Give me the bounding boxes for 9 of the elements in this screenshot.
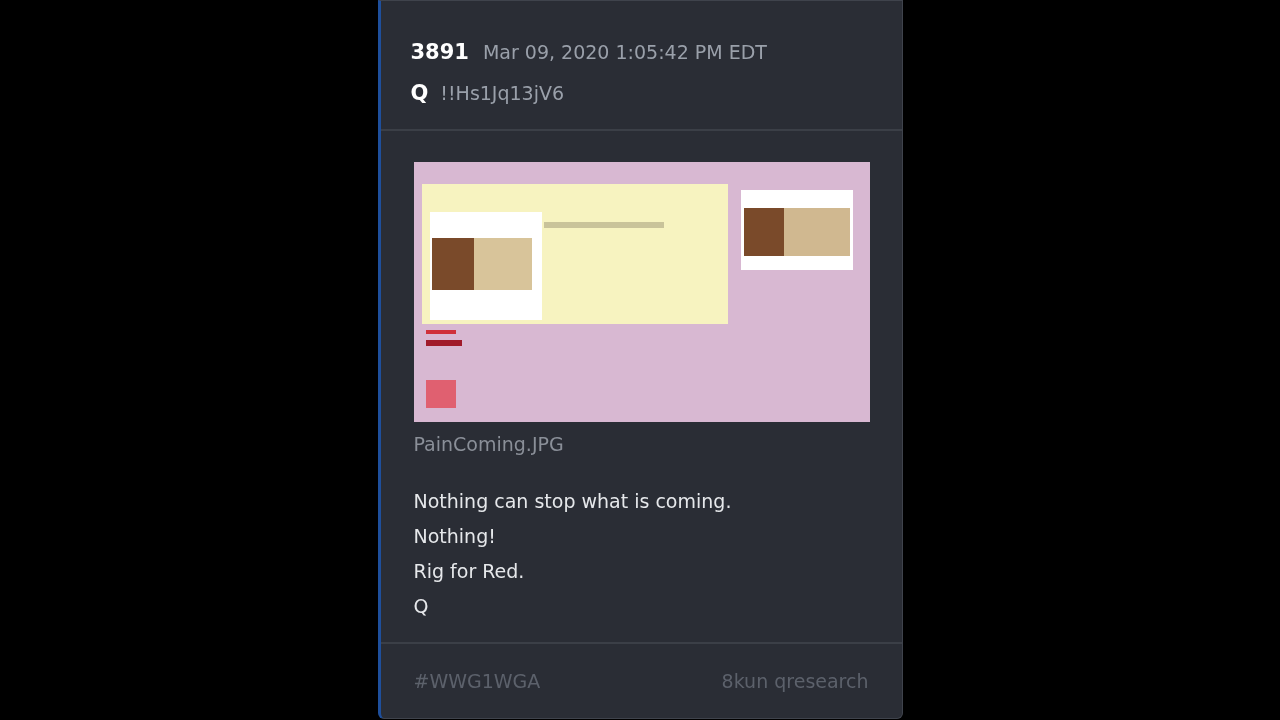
post-timestamp: Mar 09, 2020 1:05:42 PM EDT (482, 40, 767, 65)
author-name: Q (410, 79, 429, 107)
tripcode: !!Hs1Jq13jV6 (440, 80, 565, 106)
attachment-filename[interactable]: PainComing.JPG (413, 430, 902, 459)
message-line: Q (413, 593, 430, 619)
message-line: Rig for Red. (413, 558, 526, 584)
message-line: Nothing! (413, 523, 497, 549)
post-number: 3891 (410, 39, 469, 66)
message-line: Nothing can stop what is coming. (413, 488, 733, 514)
